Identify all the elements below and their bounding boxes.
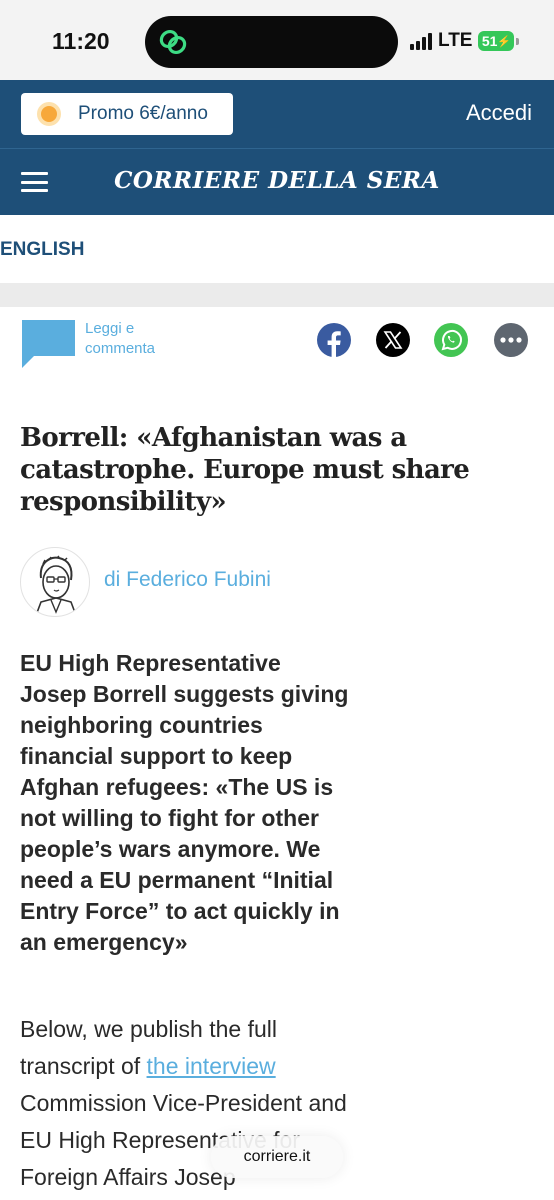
battery-icon: 51 ⚡ — [478, 31, 515, 51]
status-bar: 11:20 LTE 51 ⚡ — [0, 0, 554, 80]
divider-strip — [0, 283, 554, 307]
article-headline: Borrell: «Afghanistan was a catastrophe.… — [20, 423, 470, 517]
status-time: 11:20 — [52, 28, 110, 54]
comment-bubble-icon[interactable] — [20, 318, 77, 370]
more-dots-glyph — [500, 337, 522, 343]
x-glyph — [383, 331, 403, 349]
sun-dot-icon — [37, 102, 61, 126]
site-logo[interactable]: CORRIERE DELLA SERA — [0, 167, 554, 194]
author-avatar[interactable] — [20, 547, 90, 617]
x-icon[interactable] — [376, 323, 410, 357]
more-icon[interactable] — [494, 323, 528, 357]
author-link[interactable]: di Federico Fubini — [104, 568, 271, 592]
signal-icon — [410, 32, 432, 50]
promo-button[interactable]: Promo 6€/anno — [21, 93, 233, 135]
interview-link[interactable]: the interview — [147, 1053, 276, 1079]
battery-level: 51 — [481, 33, 498, 49]
facebook-icon[interactable] — [317, 323, 351, 357]
section-bar: ENGLISH — [0, 215, 554, 283]
section-label[interactable]: ENGLISH — [0, 239, 84, 261]
masthead: CORRIERE DELLA SERA — [0, 148, 554, 215]
article-summary: EU High Representative Josep Borrell sug… — [20, 650, 349, 955]
browser-address-pill[interactable]: corriere.it — [211, 1136, 343, 1178]
network-label: LTE — [438, 30, 473, 51]
whatsapp-glyph — [441, 329, 462, 351]
promo-label: Promo 6€/anno — [78, 103, 208, 124]
facebook-glyph — [327, 331, 341, 357]
link-chain-icon — [159, 29, 187, 55]
status-indicators: LTE 51 ⚡ — [410, 30, 520, 52]
login-link[interactable]: Accedi — [466, 100, 532, 126]
comment-link[interactable]: Leggi e commenta — [85, 319, 185, 359]
battery-tip — [516, 37, 520, 45]
domain-label: corriere.it — [243, 1148, 311, 1165]
dynamic-island — [145, 16, 398, 68]
whatsapp-icon[interactable] — [434, 323, 468, 357]
promo-bar: Promo 6€/anno Accedi — [0, 80, 554, 148]
author-portrait-sketch — [34, 555, 78, 616]
